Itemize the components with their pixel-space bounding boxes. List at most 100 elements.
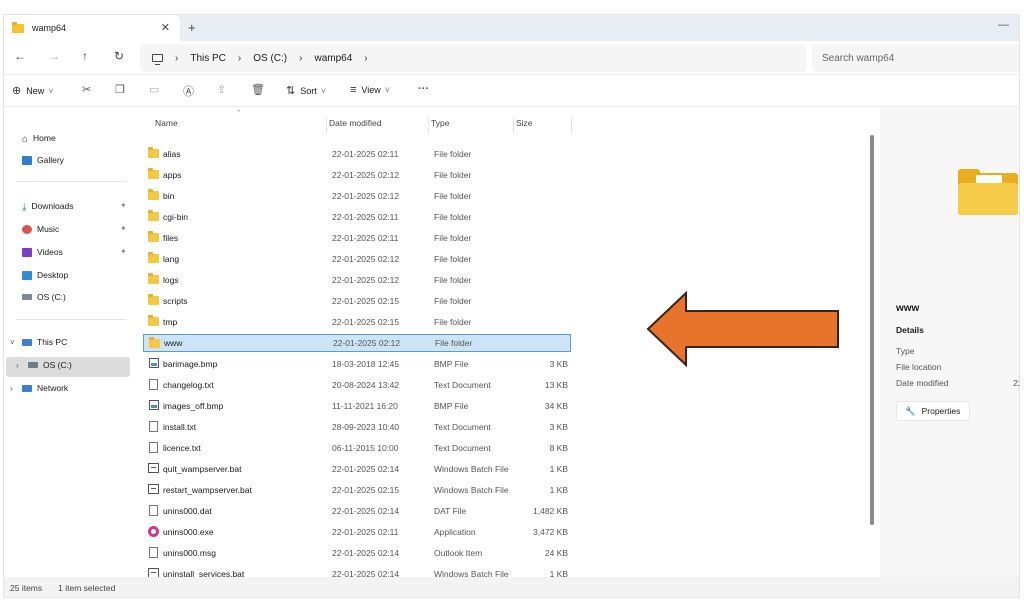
chevron-right-icon[interactable]: › bbox=[299, 53, 302, 64]
document-icon bbox=[149, 442, 158, 453]
file-type: File folder bbox=[434, 212, 472, 222]
details-location-label: File location bbox=[896, 362, 942, 372]
file-row[interactable]: tmp 22-01-2025 02:15 File folder bbox=[143, 313, 571, 331]
chevron-right-icon[interactable]: › bbox=[10, 384, 13, 393]
sidebar-item-music[interactable]: Music bbox=[22, 224, 59, 234]
file-row[interactable]: www 22-01-2025 02:12 File folder bbox=[143, 334, 571, 352]
sidebar-item-this-pc[interactable]: This PC bbox=[22, 337, 67, 347]
pin-icon[interactable]: ✦ bbox=[120, 201, 127, 210]
file-size: 1,482 KB bbox=[533, 506, 568, 516]
file-type: Text Document bbox=[434, 422, 491, 432]
file-type: File folder bbox=[434, 275, 472, 285]
file-date: 22-01-2025 02:14 bbox=[332, 548, 400, 558]
file-size: 3 KB bbox=[549, 422, 568, 432]
file-row[interactable]: alias 22-01-2025 02:11 File folder bbox=[143, 145, 571, 163]
download-icon: ⤓ bbox=[22, 201, 27, 213]
file-row[interactable]: scripts 22-01-2025 02:15 File folder bbox=[143, 292, 571, 310]
chevron-right-icon[interactable]: › bbox=[175, 53, 178, 64]
pin-icon[interactable]: ✦ bbox=[120, 247, 127, 256]
file-row[interactable]: apps 22-01-2025 02:12 File folder bbox=[143, 166, 571, 184]
chevron-right-icon[interactable]: › bbox=[16, 361, 19, 370]
tab-title: wamp64 bbox=[32, 23, 67, 33]
folder-icon bbox=[148, 231, 159, 242]
properties-button[interactable]: 🔧 Properties bbox=[896, 401, 970, 421]
file-date: 22-01-2025 02:12 bbox=[332, 275, 400, 285]
breadcrumb-os-c[interactable]: OS (C:) bbox=[253, 53, 287, 64]
chevron-right-icon[interactable]: › bbox=[364, 53, 367, 64]
sidebar-item-gallery[interactable]: Gallery bbox=[22, 155, 64, 165]
file-row[interactable]: bin 22-01-2025 02:12 File folder bbox=[143, 187, 571, 205]
more-options-icon[interactable]: ··· bbox=[418, 83, 429, 95]
sidebar-item-home[interactable]: ⌂ Home bbox=[22, 133, 56, 145]
sort-icon: ⇅ bbox=[286, 85, 296, 97]
back-arrow-icon[interactable]: ← bbox=[14, 49, 26, 63]
left-arrow-shape bbox=[646, 291, 839, 367]
sidebar-item-videos[interactable]: Videos bbox=[22, 247, 63, 257]
view-button[interactable]: ≡ View ˅ bbox=[350, 84, 390, 96]
tab-wamp64[interactable]: wamp64 ✕ bbox=[4, 15, 180, 41]
file-row[interactable]: lang 22-01-2025 02:12 File folder bbox=[143, 250, 571, 268]
sidebar-item-desktop[interactable]: Desktop bbox=[22, 270, 68, 280]
pin-icon[interactable]: ✦ bbox=[120, 224, 127, 233]
sidebar-item-os-c[interactable]: OS (C:) bbox=[28, 360, 72, 370]
file-row[interactable]: logs 22-01-2025 02:12 File folder bbox=[143, 271, 571, 289]
refresh-icon[interactable]: ↻ bbox=[114, 49, 124, 63]
sidebar-item-label: OS (C:) bbox=[37, 292, 66, 302]
sidebar-divider bbox=[16, 181, 126, 182]
search-input[interactable]: Search wamp64 bbox=[812, 44, 1019, 72]
file-date: 22-01-2025 02:14 bbox=[332, 506, 400, 516]
minimize-icon[interactable]: — bbox=[998, 19, 1009, 31]
document-icon bbox=[149, 421, 158, 432]
file-row[interactable]: unins000.exe 22-01-2025 02:11 Application 3… bbox=[143, 523, 571, 541]
rename-icon[interactable]: Ⓐ bbox=[183, 83, 194, 99]
file-row[interactable]: barimage.bmp 18-03-2018 12:45 BMP File 3 KB bbox=[143, 355, 571, 373]
column-header-name[interactable]: Name bbox=[155, 118, 178, 128]
navigation-pane: ⌂ Home Gallery ⤓ Downloads ✦ Music ✦ Vid… bbox=[4, 107, 130, 577]
application-icon bbox=[148, 526, 159, 537]
up-arrow-icon[interactable]: ↑ bbox=[82, 49, 88, 63]
paste-icon[interactable]: ▭ bbox=[149, 83, 159, 96]
details-modified-value: 22 bbox=[1013, 378, 1019, 388]
file-row[interactable]: licence.txt 06-11-2015 10:00 Text Document… bbox=[143, 439, 571, 457]
file-name: restart_wampserver.bat bbox=[163, 485, 252, 495]
breadcrumb-wamp64[interactable]: wamp64 bbox=[314, 53, 352, 64]
file-row[interactable]: files 22-01-2025 02:11 File folder bbox=[143, 229, 571, 247]
delete-icon[interactable]: 🗑 bbox=[251, 83, 265, 96]
column-separator[interactable] bbox=[326, 117, 327, 133]
address-bar[interactable]: › This PC › OS (C:) › wamp64 › bbox=[140, 44, 806, 72]
scrollbar-thumb[interactable] bbox=[870, 135, 874, 525]
sidebar-item-downloads[interactable]: ⤓ Downloads bbox=[22, 201, 73, 213]
column-header-size[interactable]: Size bbox=[516, 118, 533, 128]
file-row[interactable]: unins000.msg 22-01-2025 02:14 Outlook Item… bbox=[143, 544, 571, 562]
new-button[interactable]: ⊕ New ˅ bbox=[12, 84, 54, 97]
column-separator[interactable] bbox=[428, 117, 429, 133]
column-header-type[interactable]: Type bbox=[431, 118, 449, 128]
share-icon[interactable]: ⇪ bbox=[217, 83, 226, 96]
file-name: barimage.bmp bbox=[163, 359, 218, 369]
file-row[interactable]: unins000.dat 22-01-2025 02:14 DAT File 1,48… bbox=[143, 502, 571, 520]
file-row[interactable]: restart_wampserver.bat 22-01-2025 02:15 Wi… bbox=[143, 481, 571, 499]
file-row[interactable]: changelog.txt 20-08-2024 13:42 Text Docume… bbox=[143, 376, 571, 394]
folder-icon bbox=[148, 189, 159, 200]
close-tab-icon[interactable]: ✕ bbox=[161, 21, 170, 34]
file-type: File folder bbox=[434, 296, 472, 306]
copy-icon[interactable]: ❐ bbox=[115, 83, 125, 96]
new-tab-button[interactable]: + bbox=[188, 20, 196, 35]
file-row[interactable]: quit_wampserver.bat 22-01-2025 02:14 Windo… bbox=[143, 460, 571, 478]
sort-button[interactable]: ⇅ Sort ˅ bbox=[286, 84, 326, 97]
cut-icon[interactable]: ✂ bbox=[82, 83, 91, 96]
sidebar-item-network[interactable]: Network bbox=[22, 383, 68, 393]
sidebar-item-os-c-quick[interactable]: OS (C:) bbox=[22, 292, 66, 302]
column-separator[interactable] bbox=[571, 117, 572, 133]
file-name: tmp bbox=[163, 317, 178, 327]
file-row[interactable]: images_off.bmp 11-11-2021 16:20 BMP File 34… bbox=[143, 397, 571, 415]
breadcrumb-this-pc[interactable]: This PC bbox=[190, 53, 226, 64]
column-separator[interactable] bbox=[513, 117, 514, 133]
chevron-down-icon[interactable]: ˅ bbox=[10, 338, 15, 347]
forward-arrow-icon[interactable]: → bbox=[48, 49, 60, 63]
file-row[interactable]: cgi-bin 22-01-2025 02:11 File folder bbox=[143, 208, 571, 226]
file-name: install.txt bbox=[163, 422, 197, 432]
file-row[interactable]: install.txt 28-09-2023 10:40 Text Document… bbox=[143, 418, 571, 436]
column-header-date[interactable]: Date modified bbox=[329, 118, 381, 128]
chevron-right-icon[interactable]: › bbox=[238, 53, 241, 64]
